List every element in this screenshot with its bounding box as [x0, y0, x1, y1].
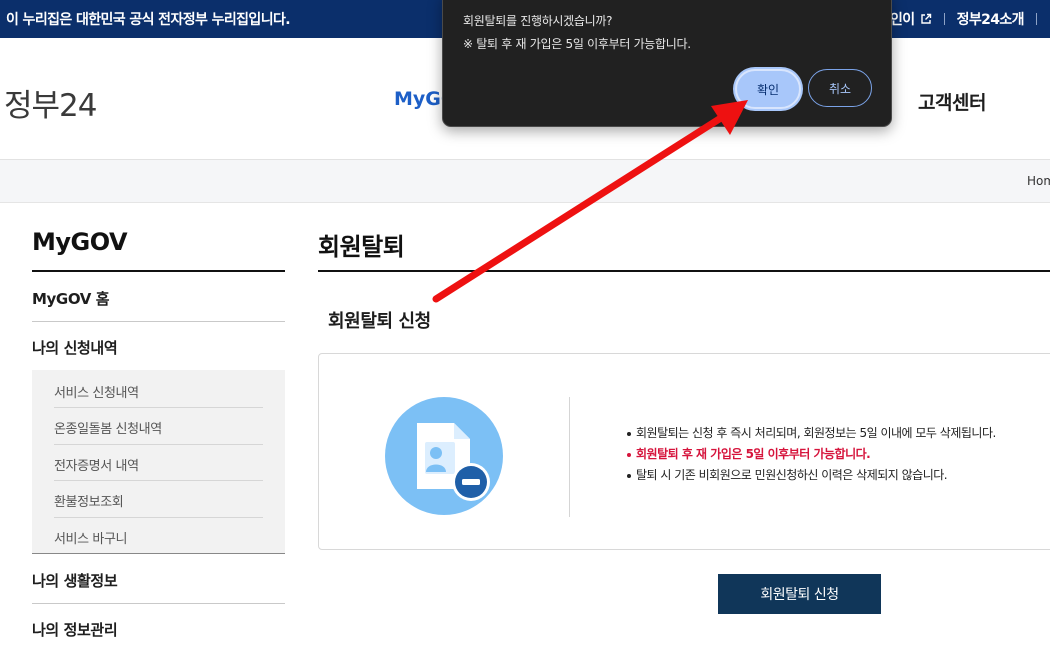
sidebar-subitem-service-applications[interactable]: 서비스 신청내역 [54, 382, 263, 401]
dialog-cancel-button[interactable]: 취소 [808, 69, 872, 107]
dialog-notice: ※ 탈퇴 후 재 가입은 5일 이후부터 가능합니다. [463, 37, 691, 51]
info-box-divider [569, 397, 570, 517]
submenu-divider [54, 517, 263, 518]
sidebar-item-applications[interactable]: 나의 신청내역 [32, 337, 285, 358]
topbar-link-partial[interactable]: 인이 [890, 9, 915, 29]
topbar-separator [1035, 13, 1037, 25]
withdrawal-notice-list: 회원탈퇴는 신청 후 즉시 처리되며, 회원정보는 5일 이내에 모두 삭제됩니… [626, 423, 996, 486]
official-site-notice: 이 누리집은 대한민국 공식 전자정부 누리집입니다. [6, 12, 291, 28]
sidebar-divider [32, 603, 285, 604]
confirm-dialog: 회원탈퇴를 진행하시겠습니까? ※ 탈퇴 후 재 가입은 5일 이후부터 가능합… [442, 0, 892, 127]
notice-item: 탈퇴 시 기존 비회원으로 민원신청하신 이력은 삭제되지 않습니다. [626, 465, 996, 486]
external-link-icon [920, 13, 931, 24]
page-title-divider [318, 270, 1050, 272]
submenu-divider [54, 444, 263, 445]
nav-customer-center[interactable]: 고객센터 [918, 88, 986, 115]
section-title: 회원탈퇴 신청 [328, 311, 431, 332]
gov24-logo[interactable]: 정부24 [4, 80, 97, 125]
sidebar-subitem-refund-info[interactable]: 환불정보조회 [54, 491, 263, 510]
sidebar-item-info-management[interactable]: 나의 정보관리 [32, 619, 285, 640]
dialog-confirm-button[interactable]: 확인 [735, 69, 801, 109]
dialog-origin-stub [465, 0, 505, 1]
dialog-message: 회원탈퇴를 진행하시겠습니까? [463, 14, 613, 28]
sidebar-item-mygov-home[interactable]: MyGOV 홈 [32, 288, 285, 309]
sidebar-submenu: 서비스 신청내역 온종일돌봄 신청내역 전자증명서 내역 환불정보조회 서비스 … [32, 370, 285, 554]
gov24-intro-link[interactable]: 정부24소개 [957, 9, 1025, 29]
sidebar-item-life-info[interactable]: 나의 생활정보 [32, 570, 285, 591]
document-remove-icon [385, 397, 503, 515]
sidebar-title-divider [32, 270, 285, 272]
sidebar-title: MyGOV [32, 228, 128, 256]
sidebar-divider [32, 321, 285, 322]
sidebar-subitem-e-certificates[interactable]: 전자증명서 내역 [54, 455, 263, 474]
notice-item-warning: 회원탈퇴 후 재 가입은 5일 이후부터 가능합니다. [626, 444, 996, 465]
breadcrumb: Hom [0, 160, 1050, 203]
sidebar-subitem-service-basket[interactable]: 서비스 바구니 [54, 528, 263, 547]
page-title: 회원탈퇴 [318, 233, 405, 261]
sidebar-divider [32, 553, 285, 554]
withdrawal-submit-button[interactable]: 회원탈퇴 신청 [718, 574, 881, 614]
topbar-links: 인이 정부24소개 ㅈ [890, 9, 1050, 29]
notice-item: 회원탈퇴는 신청 후 즉시 처리되며, 회원정보는 5일 이내에 모두 삭제됩니… [626, 423, 996, 444]
sidebar-subitem-allday-care[interactable]: 온종일돌봄 신청내역 [54, 418, 263, 437]
submenu-divider [54, 407, 263, 408]
topbar-separator [943, 13, 945, 25]
breadcrumb-home[interactable]: Hom [1027, 174, 1050, 188]
submenu-divider [54, 480, 263, 481]
